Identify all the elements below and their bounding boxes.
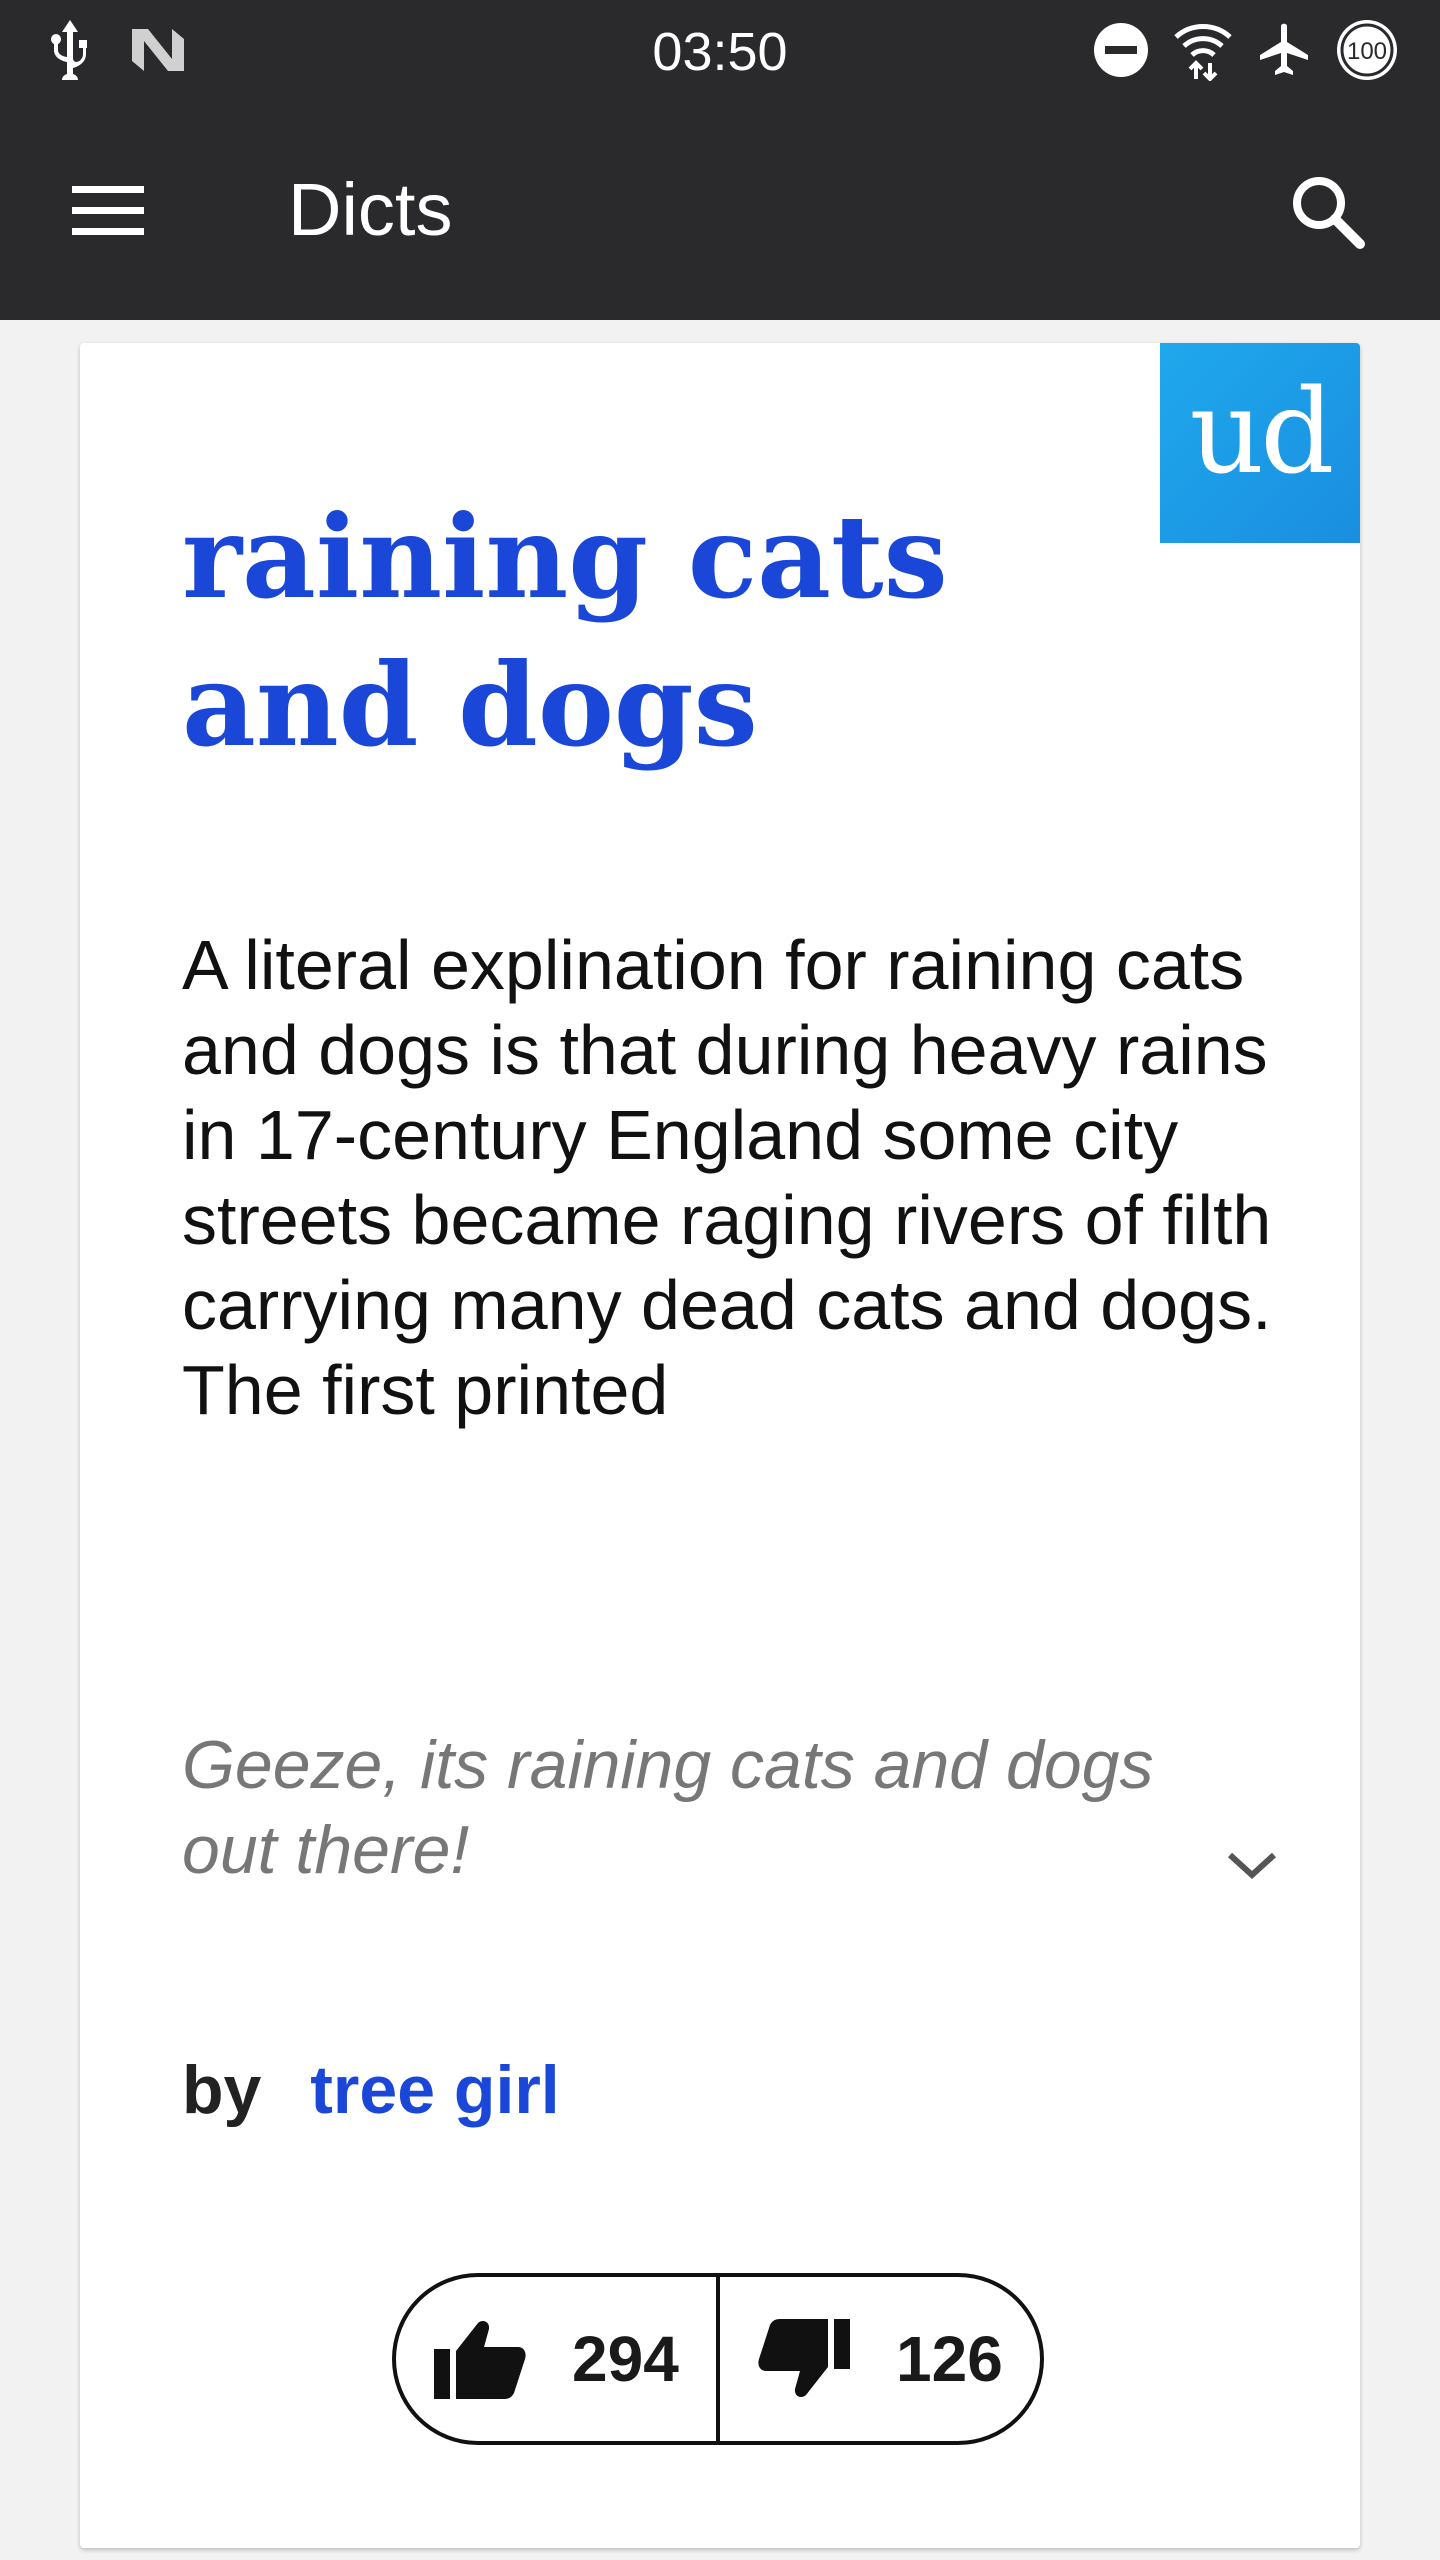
battery-icon: 100 <box>1334 17 1400 88</box>
thumbs-up-button[interactable]: 294 <box>396 2277 716 2441</box>
hamburger-menu-icon <box>72 186 144 235</box>
thumbs-down-count: 126 <box>896 2323 1003 2395</box>
thumbs-down-button[interactable]: 126 <box>720 2277 1040 2441</box>
search-icon <box>1293 177 1365 249</box>
status-bar: 03:50 100 <box>0 0 1440 104</box>
by-label: by <box>182 2052 262 2128</box>
thumbs-up-icon <box>434 2321 526 2399</box>
thumbs-down-icon <box>758 2319 850 2397</box>
airplane-mode-icon <box>1256 22 1312 83</box>
vote-control: 294 126 <box>392 2273 1044 2445</box>
search-button[interactable] <box>1280 164 1376 260</box>
do-not-disturb-icon <box>1092 21 1150 84</box>
menu-button[interactable] <box>60 168 156 252</box>
definition-card: ud raining cats and dogs A literal expli… <box>80 343 1360 2548</box>
app-bar: Dicts <box>0 104 1440 320</box>
status-bar-right: 100 <box>1092 18 1400 86</box>
example-text: Geeze, its raining cats and dogs out the… <box>182 1727 1154 1888</box>
app-title: Dicts <box>288 168 453 251</box>
word-title: raining cats and dogs <box>182 490 948 772</box>
definition-text: A literal explination for raining cats a… <box>182 926 1272 1429</box>
author-link[interactable]: tree girl <box>310 2052 559 2128</box>
wifi-icon <box>1172 19 1234 86</box>
author-line: by tree girl <box>182 2045 560 2135</box>
battery-label: 100 <box>1347 38 1387 65</box>
urban-dictionary-badge[interactable]: ud <box>1160 343 1360 543</box>
thumbs-up-count: 294 <box>572 2323 679 2395</box>
